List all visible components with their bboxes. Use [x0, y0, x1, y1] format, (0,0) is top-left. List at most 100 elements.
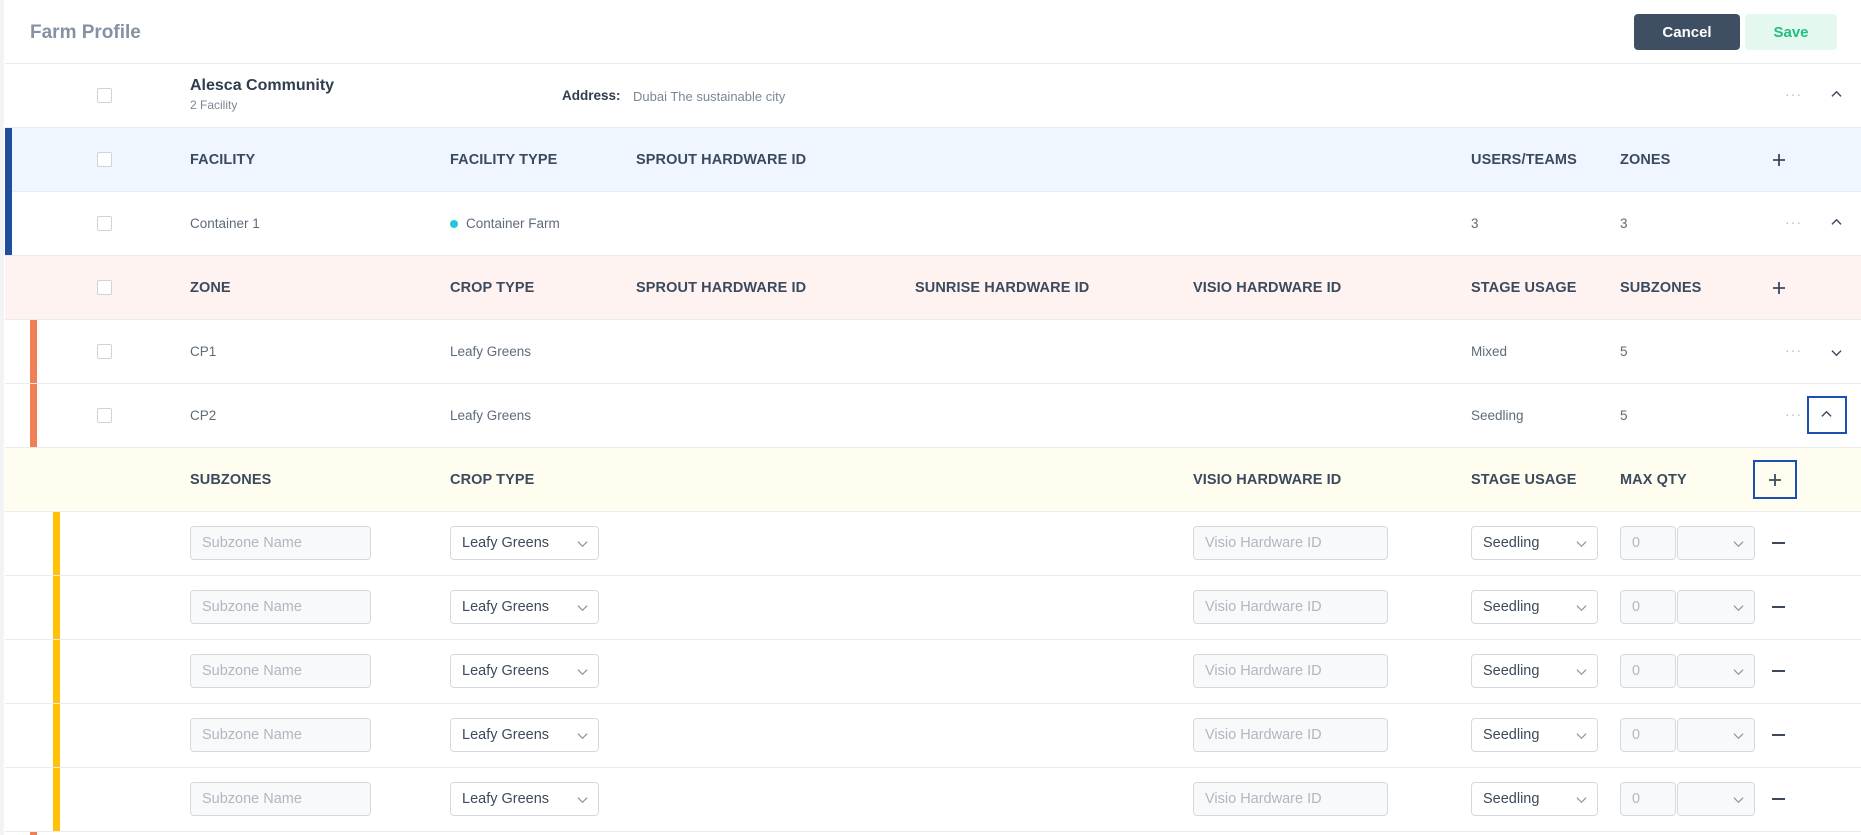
visio-hardware-id-input[interactable]	[1193, 654, 1388, 688]
facility-type: Container Farm	[466, 216, 560, 231]
chevron-down-icon	[1576, 733, 1587, 740]
zone-stage-usage: Mixed	[1471, 344, 1508, 359]
subzone-name-input[interactable]	[190, 782, 371, 816]
zone-subzones-count: 5	[1620, 408, 1628, 423]
crop-type-select[interactable]: Leafy Greens	[450, 654, 599, 688]
subzone-name-input[interactable]	[190, 654, 371, 688]
subzone-name-input[interactable]	[190, 526, 371, 560]
stage-usage-value: Seedling	[1483, 599, 1540, 615]
add-facility-plus-icon[interactable]	[1771, 152, 1787, 168]
crop-type-select[interactable]: Leafy Greens	[450, 782, 599, 816]
chevron-down-icon	[1733, 605, 1744, 612]
max-qty-input[interactable]	[1620, 526, 1676, 560]
remove-subzone-minus-icon[interactable]	[1772, 542, 1785, 544]
zone-row-checkbox[interactable]	[97, 408, 112, 423]
remove-subzone-minus-icon[interactable]	[1772, 670, 1785, 672]
stage-usage-value: Seedling	[1483, 535, 1540, 551]
header-users-teams: USERS/TEAMS	[1471, 152, 1577, 168]
header-stage-usage: STAGE USAGE	[1471, 280, 1577, 296]
facility-row[interactable]: Container 1 Container Farm 3 3 ···	[5, 192, 1861, 256]
chevron-down-icon	[577, 605, 588, 612]
subzone-name-input[interactable]	[190, 590, 371, 624]
visio-hardware-id-input[interactable]	[1193, 590, 1388, 624]
max-qty-unit-select[interactable]	[1677, 526, 1755, 560]
chevron-down-icon	[577, 797, 588, 804]
zone-row-checkbox[interactable]	[97, 344, 112, 359]
chevron-down-icon	[577, 669, 588, 676]
zone-header-row: ZONE CROP TYPE SPROUT HARDWARE ID SUNRIS…	[5, 256, 1861, 320]
crop-type-value: Leafy Greens	[462, 535, 550, 551]
community-checkbox[interactable]	[97, 88, 112, 103]
subzone-row: Leafy Greens Seedling	[5, 768, 1861, 832]
save-button[interactable]: Save	[1745, 14, 1837, 50]
facility-more-icon[interactable]: ···	[1785, 214, 1802, 230]
visio-hardware-id-input[interactable]	[1193, 718, 1388, 752]
chevron-down-icon	[1576, 797, 1587, 804]
max-qty-input[interactable]	[1620, 590, 1676, 624]
facility-row-checkbox[interactable]	[97, 216, 112, 231]
chevron-down-icon	[577, 733, 588, 740]
facility-zones-count: 3	[1620, 216, 1628, 231]
zone-chevron-down-icon[interactable]	[1831, 347, 1842, 358]
stage-usage-select[interactable]: Seedling	[1471, 590, 1598, 624]
max-qty-unit-select[interactable]	[1677, 782, 1755, 816]
subzone-header-row: SUBZONES CROP TYPE VISIO HARDWARE ID STA…	[5, 448, 1861, 512]
zone-chevron-up-icon	[1821, 410, 1832, 417]
max-qty-input[interactable]	[1620, 654, 1676, 688]
chevron-down-icon	[1733, 669, 1744, 676]
header-crop-type: CROP TYPE	[450, 472, 535, 488]
zone-row[interactable]: CP2 Leafy Greens Seedling 5 ···	[5, 384, 1861, 448]
add-zone-plus-icon[interactable]	[1771, 280, 1787, 296]
remove-subzone-minus-icon[interactable]	[1772, 734, 1785, 736]
stage-usage-value: Seedling	[1483, 727, 1540, 743]
header-facility-type: FACILITY TYPE	[450, 152, 558, 168]
crop-type-select[interactable]: Leafy Greens	[450, 590, 599, 624]
facility-type-dot	[450, 220, 458, 228]
subzone-row: Leafy Greens Seedling	[5, 576, 1861, 640]
header-subzones: SUBZONES	[190, 472, 272, 488]
header-zone: ZONE	[190, 280, 231, 296]
chevron-down-icon	[1733, 797, 1744, 804]
cancel-button[interactable]: Cancel	[1634, 14, 1740, 50]
add-subzone-button[interactable]	[1753, 460, 1797, 499]
visio-hardware-id-input[interactable]	[1193, 782, 1388, 816]
remove-subzone-minus-icon[interactable]	[1772, 798, 1785, 800]
header-zones: ZONES	[1620, 152, 1671, 168]
page-header: Farm Profile Cancel Save	[5, 0, 1861, 64]
header-sprout-hardware-id: SPROUT HARDWARE ID	[636, 280, 807, 296]
zone-more-icon[interactable]: ···	[1785, 406, 1802, 422]
facility-header-row: FACILITY FACILITY TYPE SPROUT HARDWARE I…	[5, 128, 1861, 256]
visio-hardware-id-input[interactable]	[1193, 526, 1388, 560]
max-qty-unit-select[interactable]	[1677, 718, 1755, 752]
max-qty-unit-select[interactable]	[1677, 654, 1755, 688]
stage-usage-select[interactable]: Seedling	[1471, 782, 1598, 816]
stage-usage-value: Seedling	[1483, 663, 1540, 679]
address-value: Dubai The sustainable city	[633, 89, 786, 104]
subzone-name-input[interactable]	[190, 718, 371, 752]
max-qty-input[interactable]	[1620, 782, 1676, 816]
zone-collapse-button[interactable]	[1807, 396, 1847, 434]
crop-type-select[interactable]: Leafy Greens	[450, 718, 599, 752]
stage-usage-select[interactable]: Seedling	[1471, 718, 1598, 752]
community-row: Alesca Community 2 Facility Address: Dub…	[5, 64, 1861, 128]
zone-more-icon[interactable]: ···	[1785, 342, 1802, 358]
stage-usage-select[interactable]: Seedling	[1471, 526, 1598, 560]
header-crop-type: CROP TYPE	[450, 280, 535, 296]
zone-crop-type: Leafy Greens	[450, 344, 532, 359]
crop-type-value: Leafy Greens	[462, 791, 550, 807]
facility-chevron-up-icon[interactable]	[1831, 217, 1842, 228]
remove-subzone-minus-icon[interactable]	[1772, 606, 1785, 608]
crop-type-value: Leafy Greens	[462, 599, 550, 615]
stage-usage-select[interactable]: Seedling	[1471, 654, 1598, 688]
community-more-icon[interactable]: ···	[1785, 86, 1802, 102]
zone-row[interactable]: CP1 Leafy Greens Mixed 5 ···	[5, 320, 1861, 384]
facility-header-checkbox[interactable]	[97, 152, 112, 167]
crop-type-select[interactable]: Leafy Greens	[450, 526, 599, 560]
header-stage-usage: STAGE USAGE	[1471, 472, 1577, 488]
zone-header-checkbox[interactable]	[97, 280, 112, 295]
max-qty-unit-select[interactable]	[1677, 590, 1755, 624]
community-chevron-up-icon[interactable]	[1831, 89, 1842, 100]
header-facility: FACILITY	[190, 152, 256, 168]
max-qty-input[interactable]	[1620, 718, 1676, 752]
community-name: Alesca Community	[190, 77, 335, 94]
